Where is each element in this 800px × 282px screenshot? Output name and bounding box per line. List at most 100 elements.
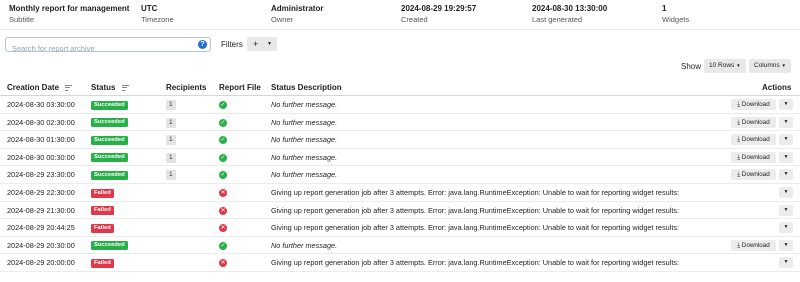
- status-badge: Failed: [91, 258, 114, 268]
- status-description-cell: No further message.: [271, 100, 338, 109]
- row-actions-dropdown[interactable]: ▼: [779, 134, 793, 146]
- sort-lines-icon[interactable]: [121, 84, 129, 92]
- rows-per-page-select[interactable]: 10 Rows ▼: [704, 59, 746, 73]
- status-cell: Succeeded: [91, 149, 128, 166]
- chevron-down-icon: ▼: [736, 63, 741, 68]
- column-header-actions: Actions: [762, 83, 792, 92]
- row-actions-dropdown[interactable]: ▼: [779, 187, 793, 198]
- creation-date-cell: 2024-08-30 02:30:00: [7, 117, 75, 127]
- column-header-status-description: Status Description: [271, 83, 342, 92]
- column-header-report-file: Report File: [219, 83, 261, 92]
- status-cell: Succeeded: [91, 166, 128, 183]
- download-button[interactable]: ⤓ Download: [731, 239, 776, 251]
- recipients-count[interactable]: 1: [166, 100, 176, 111]
- x-circle-icon: ✕: [219, 259, 227, 268]
- row-actions-dropdown[interactable]: ▼: [779, 151, 793, 163]
- table-row: 2024-08-30 02:30:00 Succeeded 1 ✓ No further…: [0, 114, 800, 132]
- download-button[interactable]: ⤓ Download: [731, 116, 776, 128]
- recipients-count[interactable]: 1: [166, 152, 176, 163]
- table-row: 2024-08-29 23:30:00 Succeeded 1 ✓ No further…: [0, 166, 800, 184]
- status-cell: Succeeded: [91, 96, 128, 113]
- report-file-cell: ✓: [219, 131, 227, 148]
- report-archive-search[interactable]: ?: [5, 37, 211, 55]
- status-badge: Failed: [91, 223, 114, 233]
- check-circle-icon: ✓: [219, 241, 227, 250]
- download-icon: ⤓: [737, 241, 741, 249]
- status-cell: Succeeded: [91, 131, 128, 148]
- creation-date-cell: 2024-08-29 21:30:00: [7, 205, 75, 215]
- x-circle-icon: ✕: [219, 224, 227, 233]
- summary-value: UTC: [141, 4, 158, 13]
- download-button[interactable]: ⤓ Download: [731, 151, 776, 163]
- summary-label: Timezone: [141, 15, 174, 24]
- download-label: Download: [741, 153, 770, 161]
- plus-icon: +: [253, 39, 259, 49]
- report-summary: Monthly report for management Subtitle U…: [8, 4, 792, 32]
- table-row: 2024-08-30 01:30:00 Succeeded 1 ✓ No further…: [0, 131, 800, 149]
- download-button[interactable]: ⤓ Download: [731, 99, 776, 110]
- status-badge: Succeeded: [91, 153, 128, 163]
- status-cell: Failed: [91, 202, 114, 219]
- table-row: 2024-08-29 20:44:25 Failed ✕ Giving up repo…: [0, 219, 800, 237]
- summary-label: Created: [401, 15, 428, 24]
- status-badge: Succeeded: [91, 135, 128, 145]
- recipients-count[interactable]: 1: [166, 117, 176, 128]
- row-actions-dropdown[interactable]: ▼: [779, 116, 793, 128]
- column-header-label: Status: [91, 83, 116, 92]
- download-button[interactable]: ⤓ Download: [731, 169, 776, 181]
- sort-lines-icon[interactable]: [65, 84, 73, 92]
- column-header-status[interactable]: Status: [91, 83, 129, 92]
- row-actions-dropdown[interactable]: ▼: [779, 239, 793, 251]
- report-file-cell: ✕: [219, 202, 227, 219]
- recipients-cell: 1: [166, 149, 176, 166]
- help-icon[interactable]: ?: [198, 40, 207, 49]
- report-file-cell: ✓: [219, 237, 227, 254]
- add-filter-button[interactable]: + ▼: [247, 37, 277, 51]
- column-header-label: Creation Date: [7, 83, 60, 92]
- summary-label: Last generated: [532, 15, 583, 24]
- column-header-creation-date[interactable]: Creation Date: [7, 83, 73, 92]
- status-cell: Failed: [91, 184, 114, 201]
- chevron-down-icon: ▼: [267, 41, 272, 47]
- row-actions-dropdown[interactable]: ▼: [779, 257, 793, 269]
- table-row: 2024-08-29 20:00:00 Failed ✕ Giving up repo…: [0, 254, 800, 272]
- status-cell: Failed: [91, 219, 114, 236]
- status-description-cell: Giving up report generation job after 3 …: [271, 223, 680, 233]
- download-icon: ⤓: [737, 153, 741, 161]
- check-circle-icon: ✓: [219, 153, 227, 162]
- recipients-count[interactable]: 1: [166, 135, 176, 146]
- report-file-cell: ✓: [219, 166, 227, 183]
- search-input[interactable]: [6, 42, 192, 55]
- summary-created: 2024-08-29 19:29:57 Created: [401, 4, 476, 26]
- download-button[interactable]: ⤓ Download: [731, 134, 776, 146]
- status-description-cell: Giving up report generation job after 3 …: [271, 258, 680, 268]
- summary-last-generated: 2024-08-30 13:30:00 Last generated: [532, 4, 607, 26]
- row-actions-dropdown[interactable]: ▼: [779, 99, 793, 110]
- row-actions-dropdown[interactable]: ▼: [779, 169, 793, 181]
- summary-value: 2024-08-30 13:30:00: [532, 4, 608, 13]
- summary-value: Administrator: [271, 4, 324, 13]
- row-actions-dropdown[interactable]: ▼: [779, 222, 793, 234]
- summary-timezone: UTC Timezone: [141, 4, 174, 26]
- creation-date-cell: 2024-08-29 20:30:00: [7, 240, 75, 250]
- summary-divider: [0, 29, 800, 30]
- download-icon: ⤓: [737, 101, 741, 108]
- columns-label: Columns: [754, 62, 780, 69]
- table-row: 2024-08-29 20:30:00 Succeeded ✓ No further …: [0, 237, 800, 255]
- columns-select[interactable]: Columns ▼: [749, 59, 791, 73]
- check-circle-icon: ✓: [219, 171, 227, 180]
- download-label: Download: [741, 171, 770, 179]
- recipients-count[interactable]: 1: [166, 170, 176, 181]
- status-badge: Failed: [91, 206, 114, 216]
- summary-label: Widgets: [662, 15, 690, 24]
- download-icon: ⤓: [737, 118, 741, 126]
- download-label: Download: [741, 241, 770, 249]
- row-actions-dropdown[interactable]: ▼: [779, 204, 793, 216]
- status-cell: Failed: [91, 254, 114, 271]
- status-description-cell: No further message.: [271, 135, 338, 145]
- status-description-cell: No further message.: [271, 152, 338, 162]
- x-circle-icon: ✕: [219, 189, 227, 198]
- creation-date-cell: 2024-08-29 22:30:00: [7, 188, 75, 197]
- download-label: Download: [741, 118, 770, 126]
- recipients-cell: 1: [166, 96, 176, 113]
